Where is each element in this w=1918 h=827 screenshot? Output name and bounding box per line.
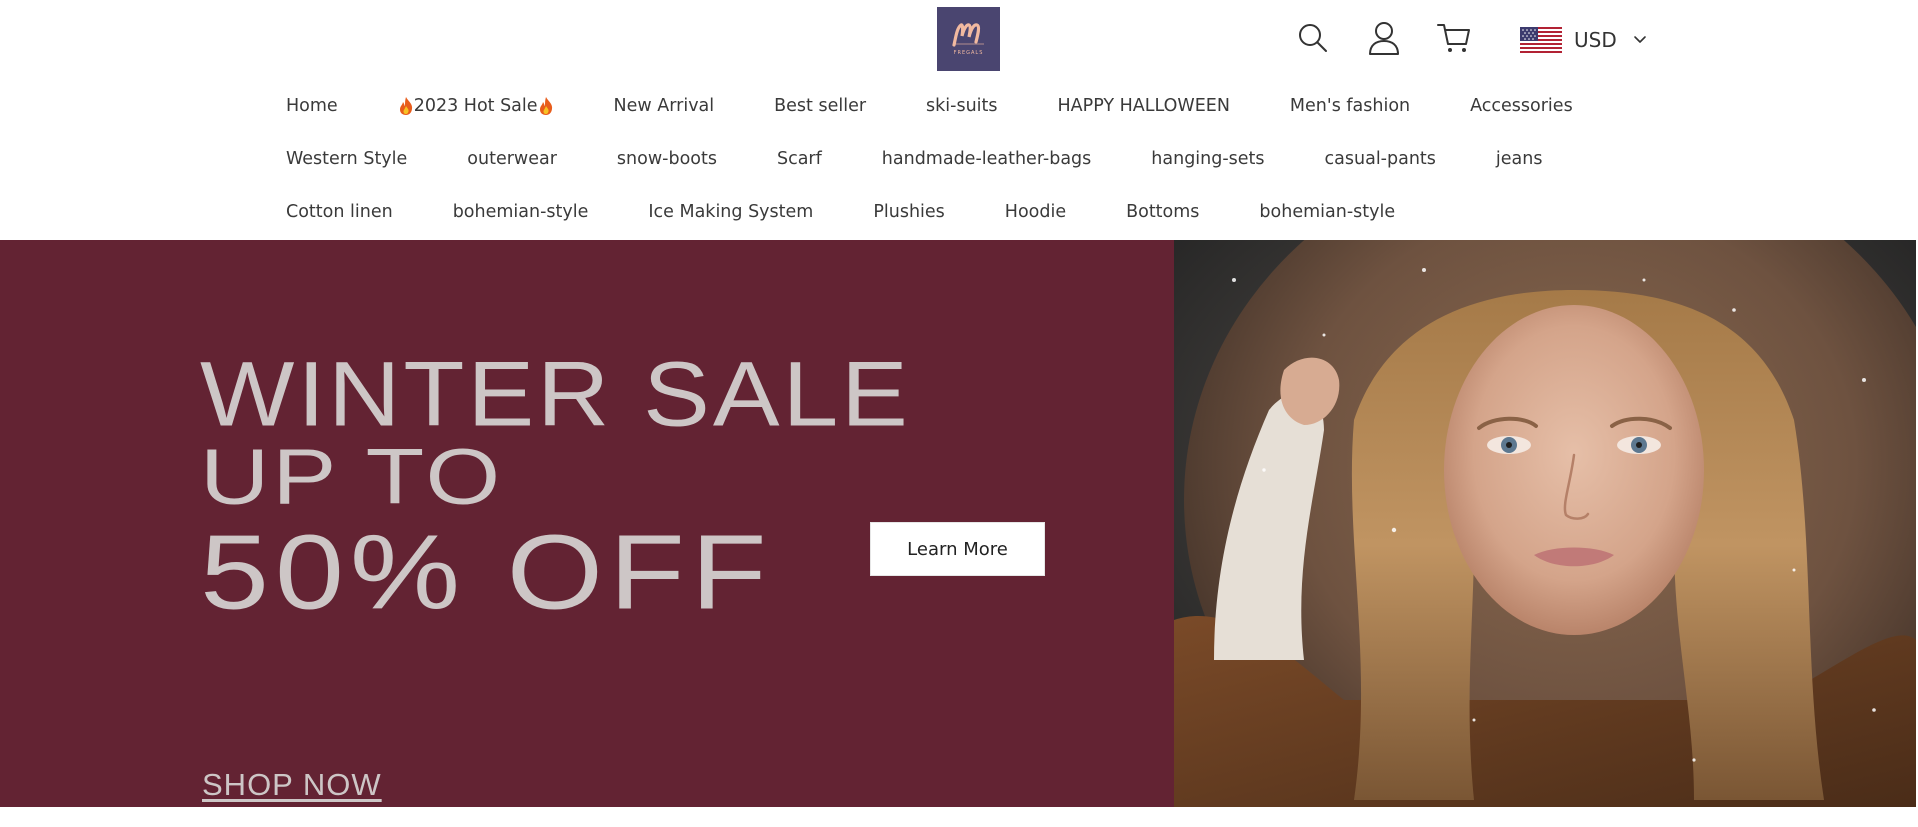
nav-item-best-seller[interactable]: Best seller <box>774 96 866 116</box>
fire-icon <box>539 97 552 115</box>
hero-headline-line-1: WINTER SALE <box>200 342 911 446</box>
nav-item-accessories[interactable]: Accessories <box>1470 96 1573 116</box>
nav-item-plushies[interactable]: Plushies <box>873 202 944 222</box>
main-nav-row-1: Home 2023 Hot Sale New Arrival Best sell… <box>286 91 1633 121</box>
hero-banner: WINTER SALE UP TO 50% OFF Learn More SHO… <box>0 240 1918 807</box>
main-nav-row-2: Western Style outerwear snow-boots Scarf… <box>286 144 1602 174</box>
account-button[interactable] <box>1366 20 1402 56</box>
nav-item-new-arrival[interactable]: New Arrival <box>614 96 715 116</box>
nav-item-happy-halloween[interactable]: HAPPY HALLOWEEN <box>1058 96 1230 116</box>
nav-item-handmade-leather-bags[interactable]: handmade-leather-bags <box>882 149 1092 169</box>
search-icon <box>1299 24 1327 52</box>
currency-code: USD <box>1574 28 1617 52</box>
nav-item-bohemian-style-2[interactable]: bohemian-style <box>1259 202 1395 222</box>
site-header: FREGALS USD Home 2023 Hot Sale New Arriv… <box>0 0 1918 240</box>
nav-item-casual-pants[interactable]: casual-pants <box>1325 149 1436 169</box>
account-icon <box>1369 22 1399 55</box>
us-flag-icon <box>1520 27 1562 53</box>
logo-mark-icon <box>951 23 984 47</box>
nav-item-jeans[interactable]: jeans <box>1496 149 1543 169</box>
nav-item-ice-making-system[interactable]: Ice Making System <box>648 202 813 222</box>
nav-item-hoodie[interactable]: Hoodie <box>1005 202 1066 222</box>
hero-promo-panel: WINTER SALE UP TO 50% OFF Learn More SHO… <box>0 240 1174 807</box>
cart-button[interactable] <box>1436 20 1472 56</box>
nav-item-cotton-linen[interactable]: Cotton linen <box>286 202 393 222</box>
brand-logo[interactable]: FREGALS <box>937 7 1000 71</box>
fire-icon <box>399 97 412 115</box>
model-photo-image <box>1174 240 1916 807</box>
hero-model-photo <box>1174 240 1916 807</box>
learn-more-button[interactable]: Learn More <box>870 522 1045 576</box>
nav-item-mens-fashion[interactable]: Men's fashion <box>1290 96 1410 116</box>
nav-item-bottoms[interactable]: Bottoms <box>1126 202 1199 222</box>
cart-icon <box>1437 24 1470 52</box>
nav-item-scarf[interactable]: Scarf <box>777 149 822 169</box>
chevron-down-icon <box>1633 36 1646 43</box>
currency-selector[interactable]: USD <box>1520 22 1647 58</box>
hero-headline-line-3: 50% OFF <box>200 514 773 632</box>
nav-item-hot-sale[interactable]: 2023 Hot Sale <box>398 96 554 116</box>
nav-item-ski-suits[interactable]: ski-suits <box>926 96 997 116</box>
nav-item-bohemian-style[interactable]: bohemian-style <box>453 202 589 222</box>
nav-item-hanging-sets[interactable]: hanging-sets <box>1151 149 1264 169</box>
nav-item-hot-sale-label: 2023 Hot Sale <box>413 96 538 116</box>
logo-wordmark: FREGALS <box>953 50 984 56</box>
main-nav-row-3: Cotton linen bohemian-style Ice Making S… <box>286 197 1455 227</box>
search-button[interactable] <box>1295 20 1331 56</box>
hero-headline-line-2: UP TO <box>200 433 504 521</box>
nav-item-outerwear[interactable]: outerwear <box>467 149 557 169</box>
nav-item-home[interactable]: Home <box>286 96 338 116</box>
shop-now-link[interactable]: SHOP NOW <box>202 767 382 803</box>
nav-item-snow-boots[interactable]: snow-boots <box>617 149 717 169</box>
nav-item-western-style[interactable]: Western Style <box>286 149 407 169</box>
